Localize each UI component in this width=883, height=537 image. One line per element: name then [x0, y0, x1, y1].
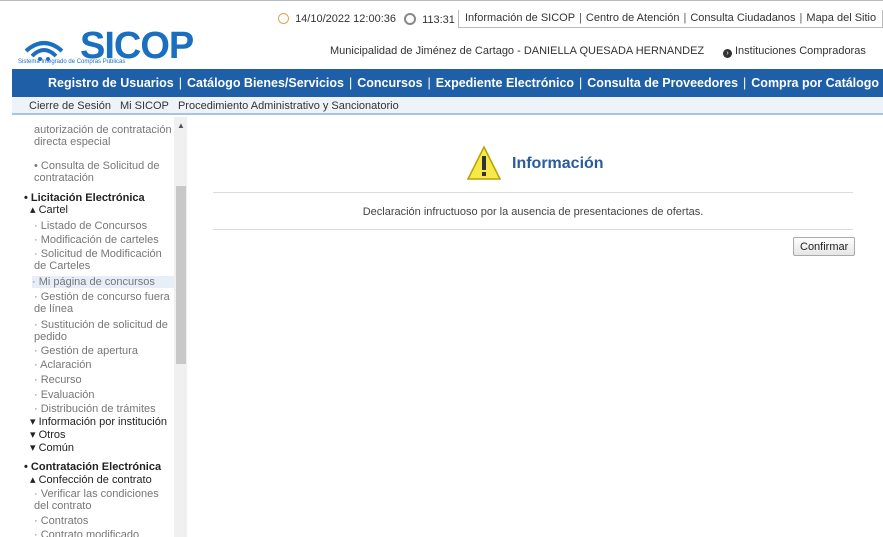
sicop-logo[interactable]: SICOP Sistema Integrado de Compras Públi… — [18, 25, 194, 67]
logo-subtitle: Sistema Integrado de Compras Públicas — [18, 59, 126, 65]
sidebar-group[interactable]: ▾ Otros — [30, 429, 170, 441]
sidebar-menu: autorización de contratación directa esp… — [12, 117, 187, 537]
warning-icon — [466, 145, 502, 180]
sidebar-section[interactable]: • Licitación Electrónica — [24, 192, 164, 204]
sidebar-group[interactable]: ▴ Cartel — [30, 204, 170, 216]
divider — [213, 192, 853, 193]
sidebar-item[interactable]: · Recurso — [34, 374, 174, 386]
page-title: Información — [512, 155, 604, 172]
nav-consulta-proveedores[interactable]: Consulta de Proveedores — [587, 76, 738, 90]
confirm-button[interactable]: Confirmar — [793, 237, 856, 256]
sidebar-item[interactable]: · Listado de Concursos — [34, 220, 174, 232]
sidebar-item[interactable]: · Distribución de trámites — [34, 403, 174, 415]
info-message: Declaración infructuoso por la ausencia … — [362, 206, 704, 218]
top-header: SICOP Sistema Integrado de Compras Públi… — [0, 0, 883, 68]
sidebar-item[interactable]: autorización de contratación directa esp… — [34, 124, 174, 148]
sub-navbar: Cierre de Sesión Mi SICOP Procedimiento … — [12, 97, 883, 115]
subnav-procedimiento[interactable]: Procedimiento Administrativo y Sancionat… — [178, 100, 399, 112]
sidebar-item[interactable]: · Aclaración — [34, 359, 174, 371]
sidebar-item[interactable]: · Solicitud de Modificación de Carteles — [34, 248, 174, 272]
institutions-link-label: Instituciones Compradoras — [735, 45, 866, 57]
institutions-link[interactable]: › Instituciones Compradoras — [723, 45, 866, 58]
nav-concursos[interactable]: Concursos — [357, 76, 422, 90]
sidebar-item[interactable]: · Modificación de carteles — [34, 234, 174, 246]
datetime: 14/10/2022 12:00:36 — [278, 13, 396, 25]
nav-expediente[interactable]: Expediente Electrónico — [436, 76, 574, 90]
scroll-up-icon[interactable]: ▲ — [177, 121, 185, 130]
nav-registro-usuarios[interactable]: Registro de Usuarios — [48, 76, 174, 90]
subnav-mi-sicop[interactable]: Mi SICOP — [120, 100, 169, 112]
nav-compra-catalogo[interactable]: Compra por Catálogo — [751, 76, 879, 90]
top-links: Información de SICOP | Centro de Atención |… — [458, 10, 883, 28]
link-centro-atencion[interactable]: Centro de Atención — [586, 12, 680, 24]
link-mapa-sitio[interactable]: Mapa del Sitio — [806, 12, 876, 24]
wifi-waves-icon — [24, 41, 64, 61]
sidebar-item[interactable]: · Sustitución de solicitud de pedido — [34, 319, 174, 343]
sidebar-item[interactable]: · Contratos — [34, 515, 174, 527]
sidebar-item[interactable]: · Gestión de concurso fuera de línea — [34, 291, 174, 315]
sidebar-section[interactable]: • Contratación Electrónica — [24, 461, 164, 473]
session-timer: 113:31 — [404, 13, 455, 26]
sidebar-item[interactable]: · Evaluación — [34, 389, 174, 401]
sidebar-item[interactable]: • Consulta de Solicitud de contratación — [34, 160, 174, 184]
session-timer-text: 113:31 — [422, 14, 455, 26]
link-consulta-ciudadanos[interactable]: Consulta Ciudadanos — [690, 12, 795, 24]
divider — [213, 229, 853, 230]
sidebar-item[interactable]: · Verificar las condiciones del contrato — [34, 488, 174, 512]
arrow-right-icon: › — [723, 49, 732, 58]
sidebar-item[interactable]: · Gestión de apertura — [34, 345, 174, 357]
user-institution: Municipalidad de Jiménez de Cartago - DA… — [330, 45, 705, 57]
datetime-text: 14/10/2022 12:00:36 — [295, 13, 396, 25]
nav-catalogo[interactable]: Catálogo Bienes/Servicios — [187, 76, 344, 90]
sidebar-group[interactable]: ▴ Confección de contrato — [30, 474, 170, 486]
sidebar-group[interactable]: ▾ Común — [30, 442, 170, 454]
user-icon — [404, 13, 416, 25]
main-navbar: Registro de Usuarios | Catálogo Bienes/Ser… — [12, 69, 883, 97]
sidebar-scroll-thumb[interactable] — [176, 186, 186, 364]
subnav-cierre-sesion[interactable]: Cierre de Sesión — [29, 100, 111, 112]
link-info-sicop[interactable]: Información de SICOP — [465, 12, 575, 24]
sidebar-item-selected[interactable]: · Mi página de concursos — [32, 276, 185, 288]
clock-icon — [278, 13, 289, 24]
sidebar-item[interactable]: · Contrato modificado — [34, 529, 174, 537]
sidebar-group[interactable]: ▾ Información por institución — [30, 416, 170, 428]
